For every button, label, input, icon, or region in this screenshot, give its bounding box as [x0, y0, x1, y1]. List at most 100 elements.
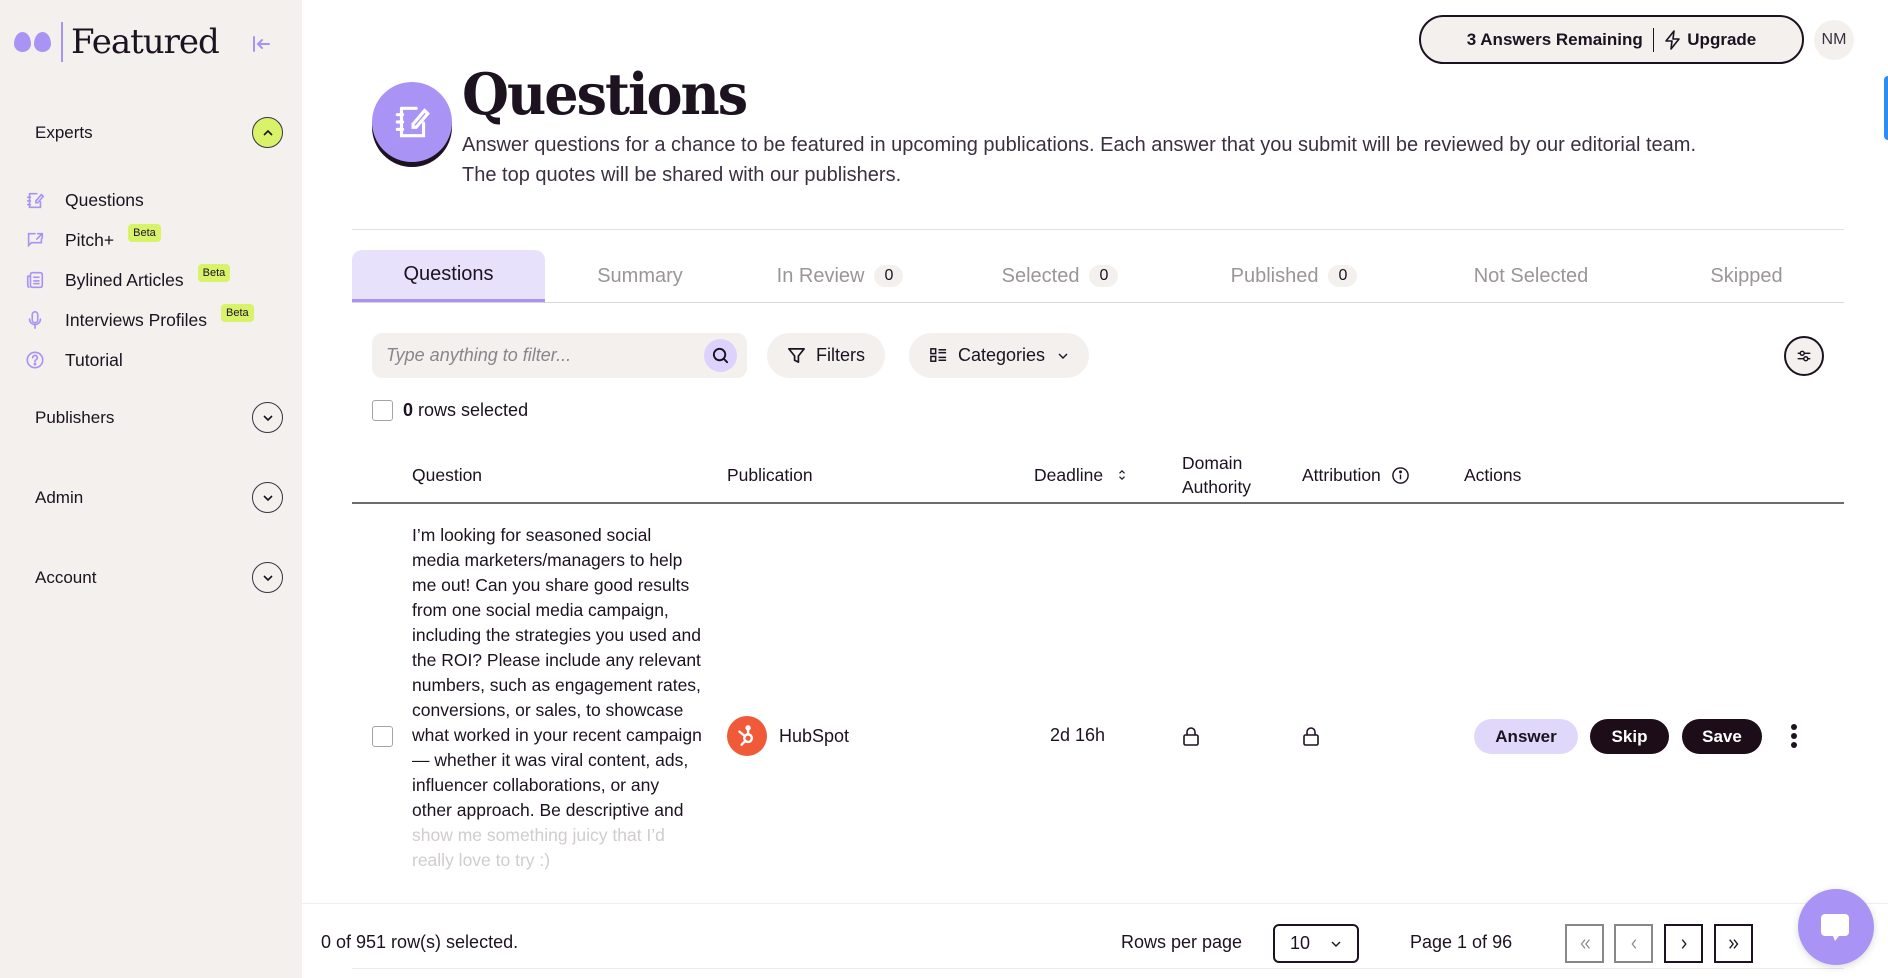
sidebar: Featured Experts Questions Pitch+ Beta B…: [0, 0, 302, 978]
chat-bubble-icon: [1821, 914, 1849, 941]
filters-label: Filters: [816, 345, 865, 365]
chevron-up-icon[interactable]: [252, 117, 283, 148]
info-icon[interactable]: [1391, 466, 1410, 485]
column-header-domain-authority: Domain Authority: [1182, 446, 1251, 504]
section-experts[interactable]: Experts: [35, 117, 283, 148]
sort-icon[interactable]: [1117, 468, 1127, 482]
publication-name: HubSpot: [779, 725, 850, 746]
tab-not-selected[interactable]: Not Selected: [1413, 250, 1649, 302]
more-options-icon[interactable]: [1784, 720, 1804, 752]
brand-name: Featured: [71, 22, 220, 62]
sidebar-item-label: Bylined Articles: [65, 269, 184, 290]
chevron-down-icon[interactable]: [252, 482, 283, 513]
chevron-down-icon[interactable]: [252, 402, 283, 433]
question-overflow: show me something juicy that I’d really …: [412, 825, 665, 870]
sidebar-item-label: Pitch+: [65, 229, 115, 250]
selection-summary: 0 of 951 row(s) selected.: [321, 932, 519, 952]
upgrade-label: Upgrade: [1687, 29, 1757, 49]
column-header-publication: Publication: [727, 465, 813, 485]
tab-label: Selected: [1001, 264, 1080, 287]
column-header-deadline[interactable]: Deadline: [1034, 446, 1127, 504]
section-publishers[interactable]: Publishers: [35, 402, 283, 433]
newspaper-icon: [24, 269, 46, 291]
question-text[interactable]: I’m looking for seasoned social media ma…: [412, 523, 702, 873]
tab-count-badge: 0: [1089, 265, 1119, 287]
sidebar-item-label: Interviews Profiles: [65, 309, 207, 330]
sidebar-item-interviews-profiles[interactable]: Interviews Profiles Beta: [24, 300, 254, 340]
section-admin[interactable]: Admin: [35, 482, 283, 513]
column-header-attribution: Attribution: [1302, 446, 1410, 504]
column-settings-button[interactable]: [1784, 336, 1824, 376]
categories-dropdown[interactable]: Categories: [909, 333, 1090, 378]
tab-in-review[interactable]: In Review 0: [735, 250, 945, 302]
rows-per-page-select[interactable]: 10: [1273, 924, 1359, 963]
deadline-value: 2d 16h: [1050, 725, 1106, 745]
chat-external-icon: [24, 229, 46, 251]
sidebar-item-tutorial[interactable]: Tutorial: [24, 340, 254, 380]
questions-page-icon: [372, 82, 452, 162]
filter-search-input[interactable]: [386, 345, 696, 366]
hubspot-logo-icon: [727, 716, 767, 756]
tab-published[interactable]: Published 0: [1175, 250, 1413, 302]
funnel-icon: [788, 347, 805, 364]
answers-remaining-upgrade-button[interactable]: 3 Answers Remaining Upgrade: [1419, 15, 1804, 64]
app-root: Featured Experts Questions Pitch+ Beta B…: [0, 0, 1888, 978]
microphone-icon: [24, 309, 46, 331]
support-chat-button[interactable]: [1798, 889, 1874, 965]
sidebar-item-label: Questions: [65, 189, 144, 210]
beta-badge: Beta: [197, 264, 231, 282]
chevron-left-icon: [1630, 938, 1636, 949]
sidebar-item-label: Tutorial: [65, 349, 123, 370]
answer-button[interactable]: Answer: [1474, 719, 1578, 754]
next-page-button[interactable]: [1664, 924, 1703, 963]
filters-button[interactable]: Filters: [767, 333, 885, 378]
bulk-select-row: 0 rows selected: [372, 400, 528, 421]
page-description: Answer questions for a chance to be feat…: [462, 134, 1697, 186]
column-label: Deadline: [1034, 465, 1104, 485]
row-checkbox[interactable]: [372, 726, 393, 747]
side-feedback-tab[interactable]: [1884, 76, 1888, 140]
chevrons-right-icon: [1728, 938, 1738, 949]
skip-button[interactable]: Skip: [1590, 719, 1669, 754]
chevron-down-icon[interactable]: [252, 562, 283, 593]
previous-page-button[interactable]: [1614, 924, 1653, 963]
tab-questions[interactable]: Questions: [352, 250, 545, 302]
logo-divider: [61, 22, 63, 62]
quote-marks-icon: [14, 32, 51, 52]
footer-divider: [352, 968, 1844, 969]
section-account[interactable]: Account: [35, 562, 283, 593]
lock-icon: [1303, 727, 1319, 746]
pill-divider: [1652, 27, 1655, 52]
column-header-question: Question: [412, 465, 483, 485]
lightning-icon: [1665, 29, 1681, 50]
categories-label: Categories: [958, 345, 1046, 365]
categories-list-icon: [930, 348, 947, 362]
chevron-right-icon: [1681, 938, 1687, 949]
sidebar-item-questions[interactable]: Questions: [24, 180, 254, 220]
tab-label: Published: [1230, 264, 1319, 287]
tab-selected[interactable]: Selected 0: [945, 250, 1175, 302]
tab-skipped[interactable]: Skipped: [1649, 250, 1844, 302]
search-icon[interactable]: [704, 339, 737, 372]
save-button[interactable]: Save: [1682, 719, 1762, 754]
sidebar-item-bylined-articles[interactable]: Bylined Articles Beta: [24, 260, 254, 300]
question-body: I’m looking for seasoned social media ma…: [412, 525, 702, 820]
rows-selected-text: rows selected: [418, 400, 529, 420]
page-indicator: Page 1 of 96: [1410, 932, 1513, 952]
first-page-button[interactable]: [1565, 924, 1604, 963]
publication-cell: HubSpot: [727, 716, 849, 756]
brand-logo[interactable]: Featured: [14, 22, 220, 62]
section-label: Admin: [35, 487, 84, 507]
last-page-button[interactable]: [1714, 924, 1753, 963]
sidebar-item-pitch-plus[interactable]: Pitch+ Beta: [24, 220, 254, 260]
tab-label: Skipped: [1710, 264, 1783, 287]
user-avatar[interactable]: NM: [1814, 20, 1854, 60]
chevron-down-icon: [1058, 353, 1068, 359]
sliders-icon: [1797, 350, 1811, 362]
select-all-checkbox[interactable]: [372, 400, 393, 421]
experts-nav: Questions Pitch+ Beta Bylined Articles B…: [24, 180, 254, 380]
collapse-sidebar-icon[interactable]: [250, 33, 272, 55]
answers-remaining-text: 3 Answers Remaining: [1466, 29, 1643, 49]
tab-summary[interactable]: Summary: [545, 250, 735, 302]
tab-label: Summary: [597, 264, 683, 287]
